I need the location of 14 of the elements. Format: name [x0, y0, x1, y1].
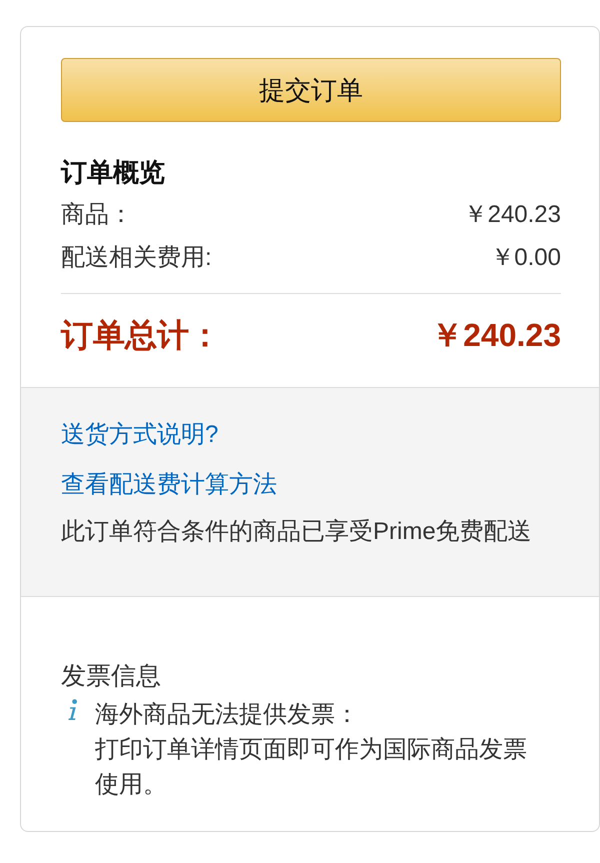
help-link[interactable]: 查看配送费计算方法: [61, 465, 277, 505]
summary-amount: ￥240.23: [464, 200, 561, 230]
place-order-button[interactable]: 提交订单: [61, 58, 561, 122]
summary-label: 商品：: [61, 200, 133, 230]
invoice-notice: 海外商品无法提供发票： 打印订单详情页面即可作为国际商品发票使用。: [95, 700, 528, 800]
summary-label: 配送相关费用:: [61, 243, 212, 273]
help-link[interactable]: 送货方式说明?: [61, 415, 218, 455]
invoice-title: 发票信息: [61, 661, 162, 692]
total-label: 订单总计：: [61, 316, 221, 355]
info-icon: [67, 699, 78, 722]
summary-amount: ￥0.00: [490, 243, 561, 273]
prime-shipping-note: 此订单符合条件的商品已享受Prime免费配送: [61, 517, 533, 547]
total-amount: ￥240.23: [431, 316, 561, 355]
summary-title: 订单概览: [61, 156, 166, 189]
